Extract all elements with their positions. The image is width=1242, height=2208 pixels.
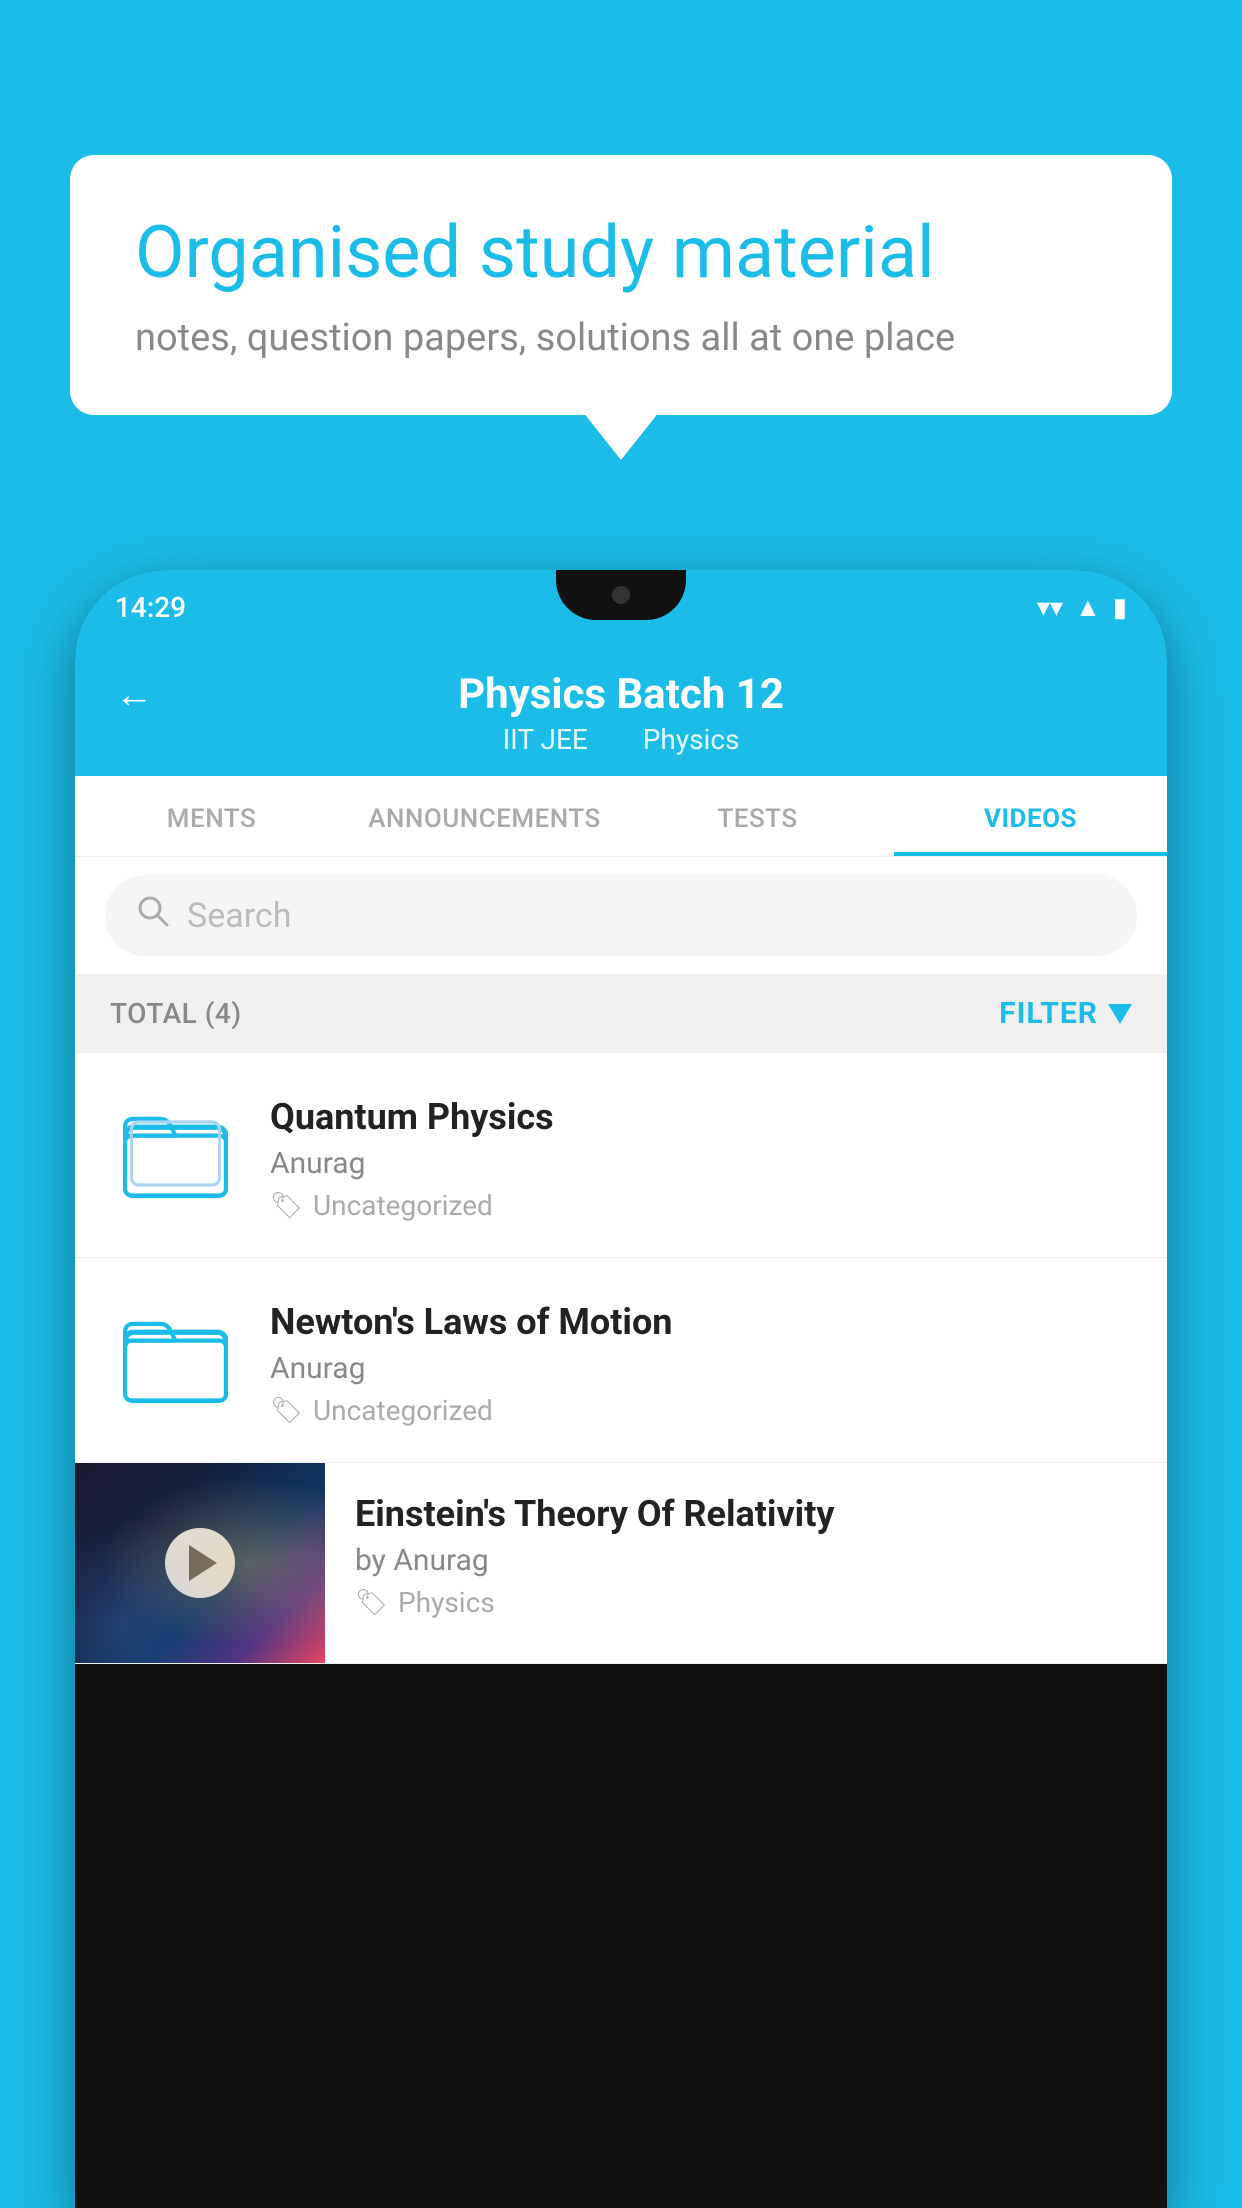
- status-bar: 14:29 ▾▾ ▲ ▮: [75, 570, 1167, 645]
- tag-icon: 🏷: [355, 1588, 388, 1618]
- header-subtitle: IIT JEE Physics: [491, 723, 752, 756]
- video-info: Quantum Physics Anurag 🏷 Uncategorized: [270, 1088, 1132, 1222]
- tag-icon: 🏷: [270, 1396, 303, 1426]
- video-info: Newton's Laws of Motion Anurag 🏷 Uncateg…: [270, 1293, 1132, 1427]
- list-item[interactable]: Einstein's Theory Of Relativity by Anura…: [75, 1463, 1167, 1664]
- tab-tests[interactable]: TESTS: [621, 776, 894, 856]
- video-author: Anurag: [270, 1351, 1132, 1386]
- folder-icon-container: [110, 1088, 240, 1218]
- filter-bar: TOTAL (4) FILTER: [75, 974, 1167, 1053]
- tab-videos[interactable]: VIDEOS: [894, 776, 1167, 856]
- camera-dot: [612, 586, 630, 604]
- filter-button[interactable]: FILTER: [999, 996, 1132, 1031]
- app-header: ← Physics Batch 12 IIT JEE Physics: [75, 645, 1167, 776]
- video-tag: 🏷 Uncategorized: [270, 1189, 1132, 1222]
- folder-icon: [123, 1101, 228, 1206]
- speech-bubble: Organised study material notes, question…: [70, 155, 1172, 415]
- battery-icon: ▮: [1113, 593, 1127, 623]
- video-author: Anurag: [270, 1146, 1132, 1181]
- back-button[interactable]: ←: [115, 673, 153, 717]
- tag-label: Uncategorized: [313, 1189, 493, 1222]
- video-list: Quantum Physics Anurag 🏷 Uncategorized N…: [75, 1053, 1167, 1664]
- filter-label: FILTER: [999, 996, 1098, 1031]
- video-title: Quantum Physics: [270, 1096, 1132, 1138]
- phone-frame: 14:29 ▾▾ ▲ ▮ ← Physics Batch 12 IIT JEE …: [75, 570, 1167, 2208]
- header-title: Physics Batch 12: [458, 670, 784, 719]
- video-title: Newton's Laws of Motion: [270, 1301, 1132, 1343]
- total-count: TOTAL (4): [110, 997, 242, 1030]
- folder-icon-container: [110, 1293, 240, 1423]
- video-tag: 🏷 Physics: [355, 1586, 1132, 1619]
- wifi-icon: ▾▾: [1037, 593, 1063, 623]
- header-subtitle-physics: Physics: [643, 723, 740, 756]
- tag-label: Physics: [398, 1586, 495, 1619]
- header-subtitle-iitjee: IIT JEE: [503, 723, 588, 756]
- tab-announcements[interactable]: ANNOUNCEMENTS: [348, 776, 621, 856]
- tag-label: Uncategorized: [313, 1394, 493, 1427]
- video-thumbnail: [75, 1463, 325, 1663]
- search-container: Search: [75, 857, 1167, 974]
- thumbnail-bg: [75, 1463, 325, 1663]
- filter-icon: [1108, 1004, 1132, 1024]
- list-item[interactable]: Newton's Laws of Motion Anurag 🏷 Uncateg…: [75, 1258, 1167, 1463]
- video-info: Einstein's Theory Of Relativity by Anura…: [325, 1463, 1132, 1639]
- notch: [556, 570, 686, 620]
- tag-icon: 🏷: [270, 1191, 303, 1221]
- bubble-title: Organised study material: [135, 210, 1107, 296]
- tabs-bar: MENTS ANNOUNCEMENTS TESTS VIDEOS: [75, 776, 1167, 857]
- status-time: 14:29: [115, 591, 186, 624]
- signal-icon: ▲: [1075, 592, 1101, 623]
- video-title: Einstein's Theory Of Relativity: [355, 1493, 1132, 1535]
- video-author: by Anurag: [355, 1543, 1132, 1578]
- speech-bubble-container: Organised study material notes, question…: [70, 155, 1172, 415]
- search-icon: [135, 893, 171, 938]
- bubble-subtitle: notes, question papers, solutions all at…: [135, 316, 1107, 360]
- status-icons: ▾▾ ▲ ▮: [1037, 592, 1127, 623]
- folder-icon: [123, 1306, 228, 1411]
- list-item[interactable]: Quantum Physics Anurag 🏷 Uncategorized: [75, 1053, 1167, 1258]
- search-bar[interactable]: Search: [105, 875, 1137, 956]
- tab-ments[interactable]: MENTS: [75, 776, 348, 856]
- video-tag: 🏷 Uncategorized: [270, 1394, 1132, 1427]
- search-placeholder: Search: [187, 896, 291, 936]
